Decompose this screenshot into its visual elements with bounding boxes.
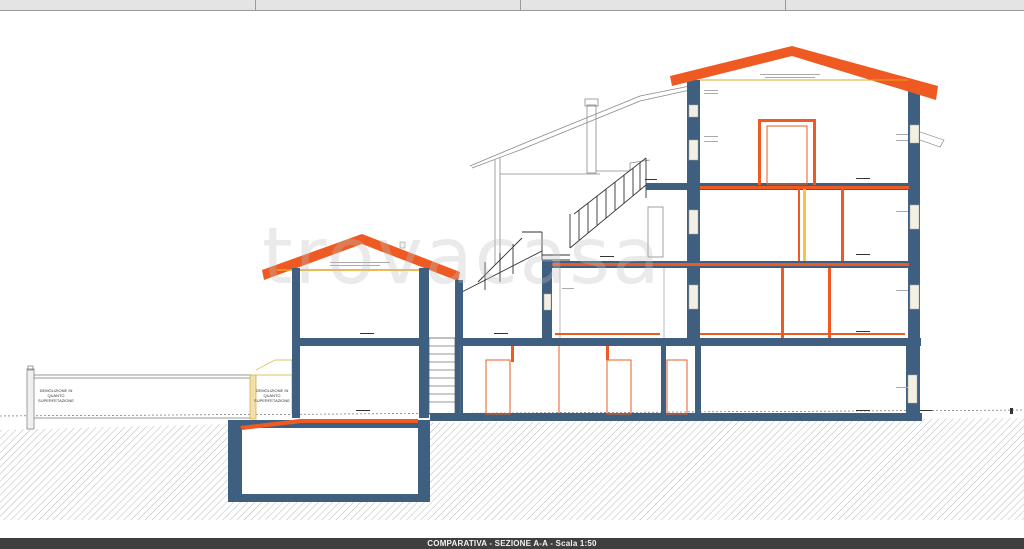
footer-caption-bar: COMPARATIVA - SEZIONE A-A - Scala 1:50 xyxy=(0,538,1024,549)
vertical-stair xyxy=(428,337,456,415)
basement xyxy=(228,419,430,502)
upper-stair xyxy=(569,157,647,249)
footer-caption: COMPARATIVA - SEZIONE A-A - Scala 1:50 xyxy=(427,539,597,548)
annotation-demolition-right: DEMOLIZIONE IN QUANTO SUPERFETAZIONE xyxy=(254,388,290,403)
section-drawing xyxy=(0,46,1024,520)
annotation-demolition-left: DEMOLIZIONE IN QUANTO SUPERFETAZIONE xyxy=(38,388,74,403)
main-structure xyxy=(430,80,922,421)
accent-yellow xyxy=(803,189,806,261)
top-strip xyxy=(0,0,1024,11)
partitions xyxy=(511,119,909,362)
background-building xyxy=(469,85,691,265)
ground-hatch xyxy=(0,418,1024,520)
